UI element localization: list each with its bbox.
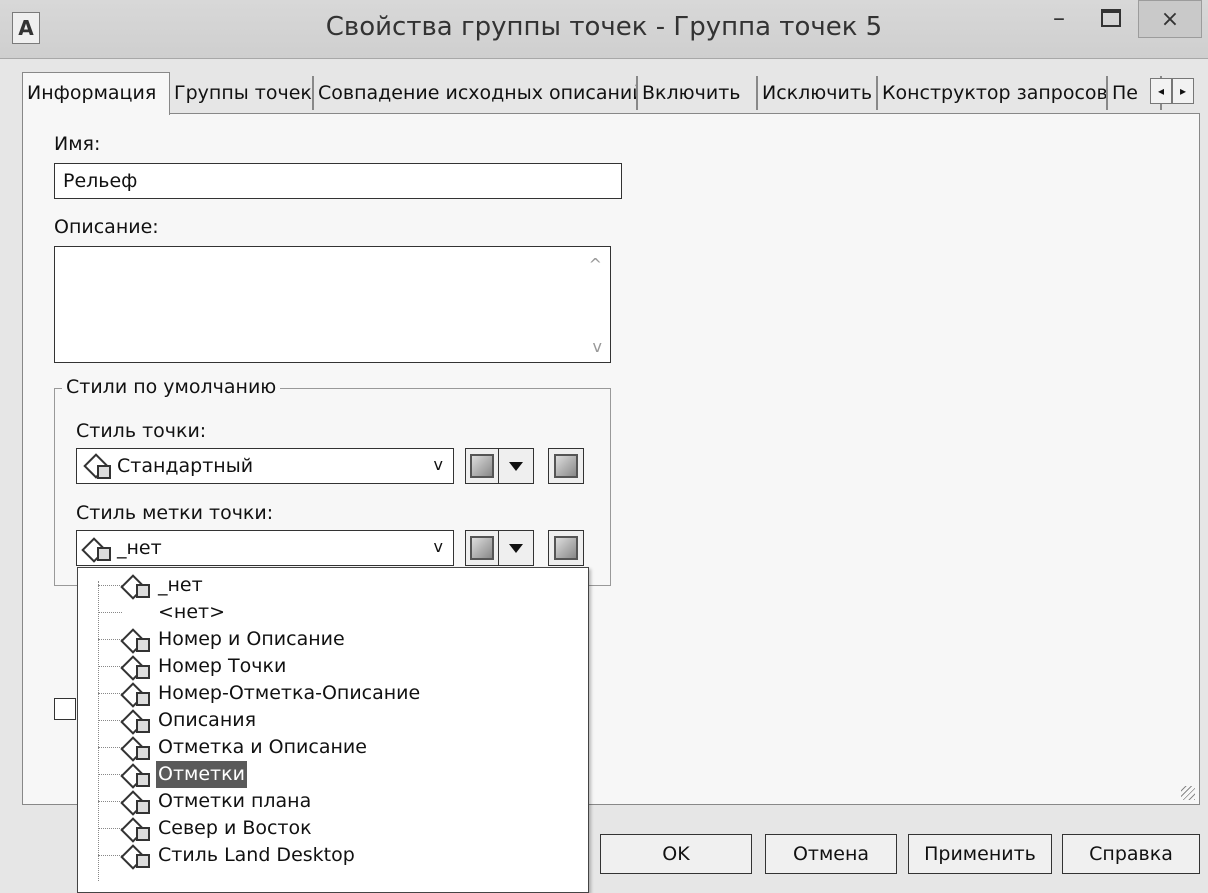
dropdown-item[interactable]: _нет xyxy=(78,572,578,599)
dropdown-item[interactable]: Номер Точки xyxy=(78,653,578,680)
point-style-value: Стандартный xyxy=(117,455,254,477)
tree-branch xyxy=(98,666,122,667)
apply-button[interactable]: Применить xyxy=(908,834,1052,874)
minimize-button[interactable]: – xyxy=(1033,0,1085,36)
edit-style-button[interactable] xyxy=(465,448,499,484)
dropdown-item-label: _нет xyxy=(158,574,203,596)
edit-icon xyxy=(470,536,494,560)
chevron-down-icon: v xyxy=(433,455,443,474)
tab-scroll-right-icon[interactable]: ▸ xyxy=(1172,78,1194,104)
dropdown-item[interactable]: Номер-Отметка-Описание xyxy=(78,680,578,707)
point-style-icon xyxy=(83,453,111,479)
dropdown-item-label: Стиль Land Desktop xyxy=(158,844,355,866)
point-style-select[interactable]: Стандартный v xyxy=(76,448,454,484)
dropdown-arrow-icon xyxy=(509,461,523,471)
description-label: Описание: xyxy=(54,216,159,238)
resize-grip-icon[interactable] xyxy=(1181,786,1195,800)
tab-point-groups[interactable]: Группы точек xyxy=(168,76,316,110)
label-style-dropdown-list[interactable]: _нет <нет> Номер и Описание Номер Точки … xyxy=(77,567,589,893)
tab-include[interactable]: Включить xyxy=(636,76,760,110)
dropdown-item[interactable]: Номер и Описание xyxy=(78,626,578,653)
dropdown-item-label: Номер Точки xyxy=(158,655,287,677)
tree-branch xyxy=(98,585,122,586)
dropdown-item[interactable]: Отметки плана xyxy=(78,788,578,815)
tab-strip: Информация Группы точек Совпадение исход… xyxy=(22,72,1200,115)
window-title: Свойства группы точек - Группа точек 5 xyxy=(325,12,883,42)
label-style-value: _нет xyxy=(117,537,162,559)
preview-label-style-button[interactable] xyxy=(548,530,584,566)
default-styles-title: Стили по умолчанию xyxy=(62,376,281,398)
dropdown-item-label: Отметки плана xyxy=(158,790,312,812)
cancel-button[interactable]: Отмена xyxy=(765,834,897,874)
label-style-label: Стиль метки точки: xyxy=(76,502,274,524)
title-bar: A Свойства группы точек - Группа точек 5… xyxy=(0,0,1208,59)
label-style-menu-button[interactable] xyxy=(498,530,534,566)
maximize-button[interactable] xyxy=(1085,0,1137,36)
preview-icon xyxy=(554,454,578,478)
tab-exclude[interactable]: Исключить xyxy=(756,76,880,110)
dropdown-arrow-icon xyxy=(509,543,523,553)
style-menu-button[interactable] xyxy=(498,448,534,484)
dropdown-item-label: Отметки xyxy=(156,761,247,788)
maximize-icon xyxy=(1101,9,1121,27)
dropdown-item[interactable]: <нет> xyxy=(78,599,578,626)
dropdown-item[interactable]: Описания xyxy=(78,707,578,734)
preview-icon xyxy=(554,536,578,560)
name-label: Имя: xyxy=(54,133,101,155)
tree-branch xyxy=(98,720,122,721)
dropdown-item-label: Номер и Описание xyxy=(158,628,345,650)
tab-information[interactable]: Информация xyxy=(22,72,170,115)
edit-label-style-button[interactable] xyxy=(465,530,499,566)
tree-branch xyxy=(98,774,122,775)
help-button[interactable]: Справка xyxy=(1062,834,1200,874)
dropdown-item-label: Север и Восток xyxy=(158,817,312,839)
label-style-icon xyxy=(83,537,111,561)
tree-branch xyxy=(98,828,122,829)
preview-style-button[interactable] xyxy=(548,448,584,484)
dropdown-item-label: <нет> xyxy=(158,601,226,623)
tree-branch xyxy=(98,612,122,613)
name-input[interactable]: Рельеф xyxy=(54,163,622,199)
dropdown-item[interactable]: Стиль Land Desktop xyxy=(78,842,578,869)
tree-branch xyxy=(98,855,122,856)
checkbox[interactable] xyxy=(54,698,76,720)
chevron-down-icon: v xyxy=(433,537,443,556)
tab-query-builder[interactable]: Конструктор запросов xyxy=(876,76,1110,110)
dropdown-item-label: Отметка и Описание xyxy=(158,736,367,758)
scroll-down-icon[interactable]: v xyxy=(593,337,602,356)
ok-button[interactable]: OK xyxy=(600,834,752,874)
edit-icon xyxy=(470,454,494,478)
tree-branch xyxy=(98,639,122,640)
tree-branch xyxy=(98,801,122,802)
dropdown-item[interactable]: Север и Восток xyxy=(78,815,578,842)
dropdown-item[interactable]: Отметка и Описание xyxy=(78,734,578,761)
dropdown-item-selected[interactable]: Отметки xyxy=(78,761,578,788)
description-textarea[interactable]: ^ v xyxy=(54,246,611,363)
tab-scroll-left-icon[interactable]: ◂ xyxy=(1150,78,1172,104)
scroll-up-icon[interactable]: ^ xyxy=(589,255,602,274)
point-style-label: Стиль точки: xyxy=(76,420,207,442)
label-style-select[interactable]: _нет v xyxy=(76,530,454,566)
tab-raw-desc-matching[interactable]: Совпадение исходных описаний xyxy=(312,76,645,110)
dropdown-item-label: Номер-Отметка-Описание xyxy=(158,682,421,704)
tree-branch xyxy=(98,747,122,748)
tree-branch xyxy=(98,693,122,694)
close-button[interactable]: × xyxy=(1138,0,1202,38)
dropdown-item-label: Описания xyxy=(158,709,257,731)
